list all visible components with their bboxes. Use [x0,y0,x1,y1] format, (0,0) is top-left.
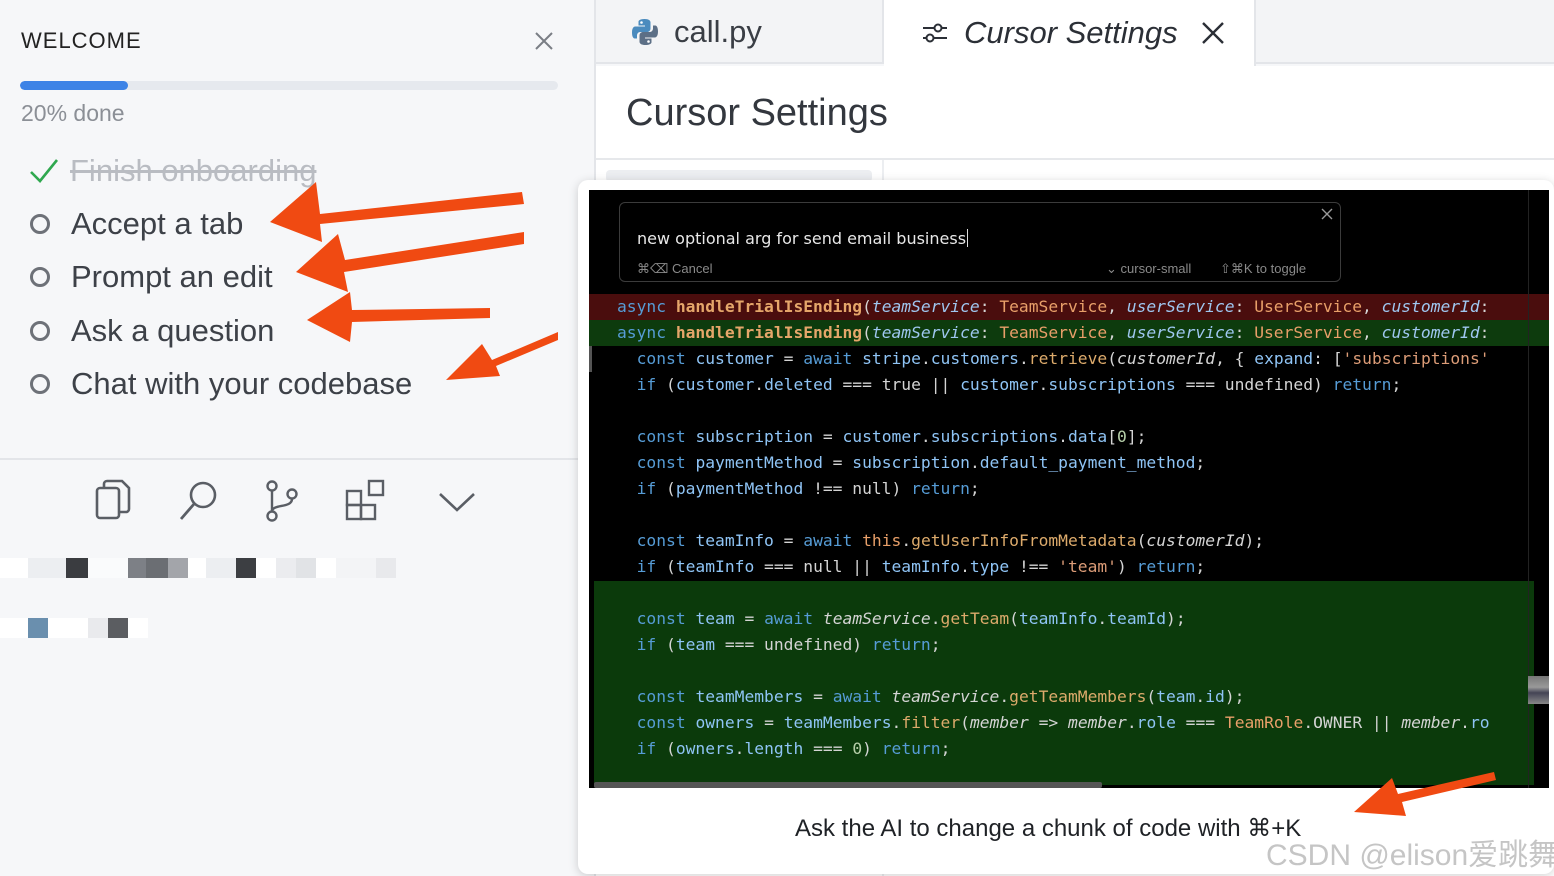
code-line: async handleTrialIsEnding(teamService: T… [589,294,1549,320]
model-selector[interactable]: ⌄ cursor-small [1106,261,1191,277]
onboarding-progress-bar [20,81,558,90]
code-line: async handleTrialIsEnding(teamService: T… [589,320,1549,346]
circle-icon [30,214,50,234]
prompt-input[interactable]: new optional arg for send email business [637,229,968,248]
close-icon[interactable] [1320,207,1334,221]
code-line: const subscription = customer.subscripti… [636,427,1147,446]
extensions-icon[interactable] [344,478,390,524]
tab-label: call.py [674,14,762,49]
task-accept-a-tab[interactable]: Accept a tab [28,204,243,244]
code-line: const teamMembers = await teamService.ge… [636,687,1245,706]
task-label: Finish onboarding [70,153,317,188]
code-line: if (owners.length === 0) return; [636,739,951,758]
divider [596,158,1554,160]
task-prompt-an-edit[interactable]: Prompt an edit [28,257,273,297]
tab-cursor-settings[interactable]: Cursor Settings [884,0,1256,66]
tab-label: Cursor Settings [964,15,1178,50]
search-icon[interactable] [176,478,222,524]
code-line: if (teamInfo === null || teamInfo.type !… [636,557,1206,576]
code-line: const paymentMethod = subscription.defau… [636,453,1206,472]
progress-fill [20,81,128,90]
close-icon[interactable] [1200,20,1226,46]
editor-tab-bar: call.py Cursor Settings [596,0,1554,66]
code-line: if (team === undefined) return; [636,635,941,654]
pixelated-file-row [0,618,148,638]
task-ask-a-question[interactable]: Ask a question [28,311,274,351]
cancel-button[interactable]: ⌘⌫ Cancel [637,261,712,277]
checkmark-icon [30,159,59,183]
code-line: if (customer.deleted === true || custome… [636,375,1402,394]
task-chat-with-codebase[interactable]: Chat with your codebase [28,364,412,404]
minimap-thumb[interactable] [1528,676,1549,704]
watermark: CSDN @elison爱跳舞 [1266,839,1554,872]
welcome-title: WELCOME [21,28,142,53]
settings-sliders-icon [923,23,947,43]
code-line: if (paymentMethod !== null) return; [636,479,980,498]
welcome-panel: WELCOME 20% done Finish onboarding Accep… [0,0,580,876]
task-finish-onboarding[interactable]: Finish onboarding [28,151,316,191]
cmd-k-prompt-box[interactable]: new optional arg for send email business… [619,202,1341,282]
close-icon[interactable] [530,27,558,55]
code-line: const owners = teamMembers.filter(member… [636,713,1490,732]
page-title: Cursor Settings [626,92,888,134]
task-label: Ask a question [71,313,275,348]
files-icon[interactable] [91,478,137,524]
python-icon [632,19,658,45]
source-control-icon[interactable] [259,478,305,524]
code-demo: new optional arg for send email business… [589,190,1549,788]
circle-icon [30,267,50,287]
tab-call-py[interactable]: call.py [596,0,884,64]
code-line: const teamInfo = await this.getUserInfoF… [636,531,1265,550]
task-label: Prompt an edit [71,259,273,294]
toggle-hint: ⇧⌘K to toggle [1220,261,1307,276]
chevron-down-icon[interactable] [434,478,480,524]
pixelated-file-row [0,558,416,578]
horizontal-scrollbar[interactable] [594,782,1102,788]
circle-icon [30,321,50,341]
panel-divider [0,458,580,460]
progress-label: 20% done [21,100,125,126]
code-line: const customer = await stripe.customers.… [589,346,1549,372]
code-line: const team = await teamService.getTeam(t… [636,609,1186,628]
task-label: Chat with your codebase [71,366,413,401]
card-caption: Ask the AI to change a chunk of code wit… [795,815,1302,842]
circle-icon [30,374,50,394]
task-label: Accept a tab [71,206,244,241]
